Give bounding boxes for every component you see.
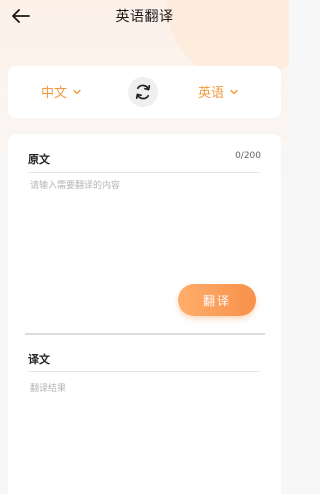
chevron-down-icon (230, 89, 238, 94)
character-counter: 0/200 (235, 151, 261, 161)
language-selector-card: 中文 英语 (8, 66, 281, 118)
translation-card: 原文 0/200 翻译 译文 翻译结果 (8, 134, 281, 494)
target-language-dropdown[interactable]: 英语 (198, 82, 238, 101)
source-text-input[interactable] (28, 178, 264, 278)
section-divider (25, 333, 265, 335)
result-section-label: 译文 (28, 353, 50, 366)
translate-button[interactable]: 翻译 (178, 284, 256, 316)
top-bar: 英语翻译 (0, 0, 289, 32)
swap-refresh-icon (135, 84, 151, 100)
source-language-dropdown[interactable]: 中文 (41, 82, 81, 101)
page-title: 英语翻译 (115, 9, 174, 25)
swap-languages-button[interactable] (128, 77, 158, 107)
target-language-label: 英语 (198, 86, 225, 101)
translation-result: 翻译结果 (30, 384, 67, 394)
source-underline (28, 172, 260, 173)
source-language-label: 中文 (41, 86, 68, 101)
result-underline (28, 371, 260, 372)
chevron-down-icon (73, 89, 81, 94)
translate-page: 英语翻译 中文 英语 原文 0/200 翻译 (0, 0, 289, 494)
source-section-label: 原文 (28, 153, 50, 166)
